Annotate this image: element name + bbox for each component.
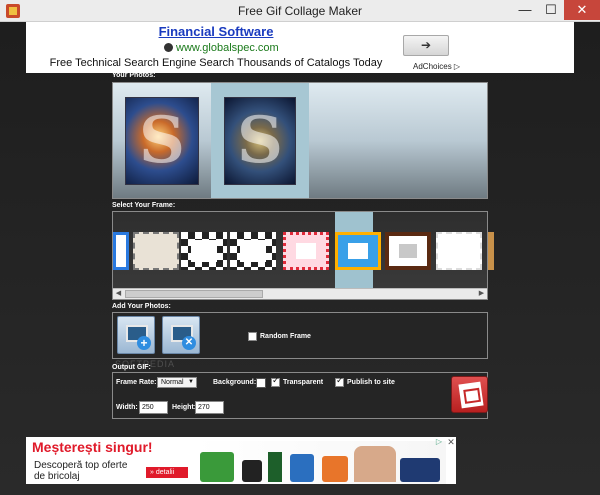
frame-option-8[interactable] bbox=[436, 232, 482, 270]
ad-info-icon[interactable]: ▷ bbox=[434, 437, 444, 447]
drill-icon bbox=[242, 460, 262, 482]
frame-photo-area bbox=[399, 244, 417, 258]
minimize-button[interactable]: — bbox=[512, 0, 538, 20]
height-input[interactable]: 270 bbox=[195, 401, 224, 414]
globe-icon bbox=[164, 43, 173, 52]
scroll-right-button[interactable]: ▶ bbox=[476, 289, 487, 299]
mower-icon bbox=[400, 458, 440, 482]
close-button[interactable]: ✕ bbox=[564, 0, 600, 20]
title-bar: Free Gif Collage Maker — ☐ ✕ bbox=[0, 0, 600, 22]
plus-icon: + bbox=[137, 336, 151, 350]
frames-panel: ◀ ▶ bbox=[112, 211, 494, 300]
ad-close-icon[interactable]: ✕ bbox=[446, 437, 456, 447]
frame-option-6[interactable] bbox=[335, 232, 381, 270]
frame-option-3[interactable] bbox=[181, 232, 227, 270]
bottom-ad-banner[interactable]: Meșterești singur! Descoperă top oferte … bbox=[26, 437, 456, 484]
bottom-ad-title: Meșterești singur! bbox=[32, 439, 153, 455]
output-panel: Frame Rate: Normal ▼ Background: Transpar… bbox=[112, 372, 488, 419]
remove-icon: ✕ bbox=[182, 336, 196, 350]
top-ad-banner[interactable]: Financial Software www.globalspec.com Fr… bbox=[26, 22, 574, 73]
photo-thumbnail[interactable]: S bbox=[125, 97, 199, 185]
frame-rate-label: Frame Rate: bbox=[116, 379, 157, 386]
frame-option-5[interactable] bbox=[283, 232, 329, 270]
photo-s-graphic: S bbox=[236, 103, 284, 178]
random-frame-checkbox[interactable] bbox=[248, 332, 257, 341]
person-image bbox=[354, 446, 396, 482]
frame-photo-area bbox=[191, 240, 217, 262]
tool-icon bbox=[322, 456, 348, 482]
transparent-label: Transparent bbox=[283, 379, 324, 386]
frame-option-2[interactable] bbox=[133, 232, 179, 270]
scroll-left-button[interactable]: ◀ bbox=[113, 289, 124, 299]
adchoices-link[interactable]: AdChoices ▷ bbox=[413, 62, 460, 71]
random-frame-label: Random Frame bbox=[260, 333, 311, 340]
background-color-swatch[interactable] bbox=[256, 378, 266, 388]
frame-option-7[interactable] bbox=[385, 232, 431, 270]
ad-go-button[interactable]: ➔ bbox=[403, 35, 449, 56]
ad-url[interactable]: www.globalspec.com bbox=[164, 42, 279, 54]
maximize-button[interactable]: ☐ bbox=[538, 0, 564, 20]
save-gif-button[interactable] bbox=[451, 376, 488, 413]
frames-scrollbar[interactable]: ◀ ▶ bbox=[113, 288, 487, 299]
frame-photo-area bbox=[348, 243, 368, 259]
output-gif-label: Output GIF: bbox=[112, 364, 151, 371]
photo-s-graphic: S bbox=[138, 103, 186, 178]
frame-rate-value: Normal bbox=[161, 379, 184, 386]
frame-option-1[interactable] bbox=[113, 232, 129, 270]
add-photos-label: Add Your Photos: bbox=[112, 303, 171, 310]
publish-checkbox[interactable] bbox=[335, 376, 344, 387]
width-label: Width: bbox=[116, 404, 138, 411]
frame-rate-select[interactable]: Normal ▼ bbox=[157, 377, 197, 388]
frame-photo-area bbox=[296, 243, 316, 259]
ad-title-link[interactable]: Financial Software bbox=[26, 24, 406, 39]
frame-photo-area bbox=[240, 240, 266, 262]
background-label: Background: bbox=[213, 379, 257, 386]
bottom-ad-line-2: de bricolaj bbox=[34, 471, 80, 482]
chevron-down-icon: ▼ bbox=[188, 379, 194, 385]
photo-cell-2[interactable]: S bbox=[211, 83, 309, 198]
height-label: Height: bbox=[172, 404, 197, 411]
pressure-washer-icon bbox=[290, 454, 314, 482]
remove-photo-button[interactable]: ✕ bbox=[162, 316, 200, 354]
your-photos-label: Your Photos: bbox=[112, 72, 156, 79]
bottom-ad-details-button[interactable]: » detalii bbox=[146, 467, 188, 478]
photo-cell-1[interactable]: S bbox=[113, 83, 211, 198]
photos-panel: S S bbox=[112, 82, 488, 199]
drill-icon bbox=[268, 452, 282, 482]
scrollbar-thumb[interactable] bbox=[125, 290, 263, 298]
photo-thumbnail[interactable]: S bbox=[224, 97, 296, 185]
bottom-ad-line-1: Descoperă top oferte bbox=[34, 460, 128, 471]
ad-description: Free Technical Search Engine Search Thou… bbox=[49, 57, 383, 69]
ad-url-text: www.globalspec.com bbox=[176, 42, 279, 54]
width-input[interactable]: 250 bbox=[139, 401, 168, 414]
publish-label: Publish to site bbox=[347, 379, 395, 386]
frame-option-9[interactable] bbox=[488, 232, 494, 270]
ad-products-image bbox=[196, 441, 446, 484]
add-photo-button[interactable]: + bbox=[117, 316, 155, 354]
transparent-checkbox[interactable] bbox=[271, 376, 280, 387]
frame-photo-area bbox=[145, 242, 167, 260]
save-gif-icon bbox=[458, 381, 484, 409]
window-title: Free Gif Collage Maker bbox=[237, 4, 363, 18]
frame-option-4[interactable] bbox=[230, 232, 276, 270]
frame-photo-area bbox=[448, 242, 470, 260]
add-photos-panel: + ✕ Random Frame bbox=[112, 312, 488, 359]
lawnmower-icon bbox=[200, 452, 234, 482]
app-content: Financial Software www.globalspec.com Fr… bbox=[0, 22, 600, 495]
select-frame-label: Select Your Frame: bbox=[112, 202, 176, 209]
